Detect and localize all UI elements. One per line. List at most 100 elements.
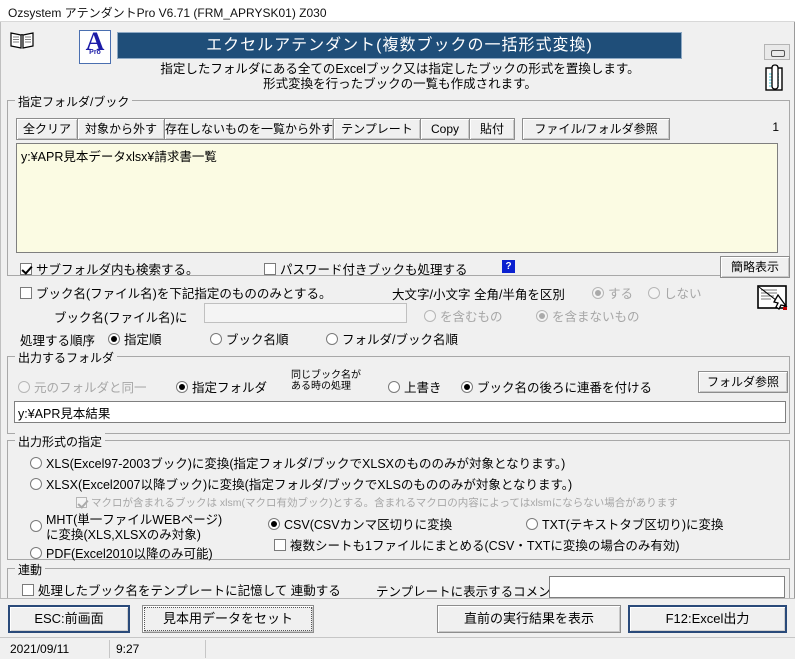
link-group-legend: 連動 bbox=[15, 561, 46, 578]
radio-dot bbox=[592, 286, 604, 299]
order-option-bookname[interactable]: ブック名順 bbox=[210, 329, 289, 348]
checkbox-box bbox=[22, 583, 34, 596]
duplicate-serial-option[interactable]: ブック名の後ろに連番を付ける bbox=[461, 377, 652, 396]
bookname-input[interactable] bbox=[204, 303, 407, 323]
password-book-checkbox[interactable]: パスワード付きブックも処理する bbox=[264, 259, 468, 278]
subfolder-search-checkbox[interactable]: サブフォルダ内も検索する。 bbox=[20, 259, 199, 278]
case-option-no[interactable]: しない bbox=[648, 283, 702, 302]
notepad-pen-icon[interactable] bbox=[762, 62, 790, 92]
subtitle-line-2: 形式変換を行ったブックの一覧も作成されます。 bbox=[263, 77, 537, 91]
status-date: 2021/09/11 bbox=[4, 640, 110, 658]
document-arrow-icon[interactable] bbox=[755, 283, 791, 316]
list-item[interactable]: y:¥APR見本データxlsx¥請求書一覧 bbox=[17, 144, 777, 165]
format-xls-option[interactable]: XLS(Excel97-2003ブック)に変換(指定フォルダ/ブックでXLSXの… bbox=[30, 453, 565, 472]
format-csv-label: CSV(CSVカンマ区切りに変換 bbox=[284, 518, 453, 532]
duplicate-overwrite-option[interactable]: 上書き bbox=[388, 377, 442, 396]
format-xlsx-label: XLSX(Excel2007以降ブック)に変換(指定フォルダ/ブックでXLSのも… bbox=[46, 478, 573, 492]
checkbox-box bbox=[264, 262, 276, 275]
format-mht-label-line-1: MHT(単一ファイルWEBページ) bbox=[46, 513, 223, 527]
process-order-label: 処理する順序 bbox=[20, 334, 96, 348]
radio-dot bbox=[18, 380, 30, 393]
checkbox-box bbox=[20, 262, 32, 275]
subfolder-search-label: サブフォルダ内も検索する。 bbox=[36, 263, 199, 277]
output-format-group: 出力形式の指定 XLS(Excel97-2003ブック)に変換(指定フォルダ/ブ… bbox=[7, 433, 790, 562]
footer-bar: ESC:前画面 見本用データをセット 直前の実行結果を表示 F12:Excel出… bbox=[0, 598, 795, 638]
output-path-input[interactable] bbox=[14, 401, 786, 423]
not-contains-option[interactable]: を含まないもの bbox=[536, 306, 640, 325]
bookname-filter-checkbox[interactable]: ブック名(ファイル名)を下記指定のもののみとする。 bbox=[20, 283, 331, 302]
link-template-checkbox[interactable]: 処理したブック名をテンプレートに記憶して 連動する bbox=[22, 580, 341, 599]
dest-same-as-source-option[interactable]: 元のフォルダと同一 bbox=[18, 377, 147, 396]
book-icon bbox=[10, 30, 34, 50]
template-comment-input[interactable] bbox=[549, 576, 785, 598]
header-subtitle: 指定したフォルダにある全てのExcelブック又は指定したブックの形式を置換します… bbox=[117, 62, 683, 92]
esc-previous-screen-button[interactable]: ESC:前画面 bbox=[8, 605, 130, 633]
format-mht-option[interactable]: MHT(単一ファイルWEBページ) に変換(XLS,XLSXのみ対象) bbox=[30, 513, 222, 543]
application-window: Ozsystem アテンダントPro V6.71 (FRM_APRYSK01) … bbox=[0, 0, 795, 659]
browse-file-folder-button[interactable]: ファイル/フォルダ参照 bbox=[522, 118, 670, 140]
radio-dot bbox=[536, 309, 548, 322]
duplicate-label-line-2: ある時の処理 bbox=[291, 381, 351, 392]
output-folder-group: 出力するフォルダ 元のフォルダと同一 指定フォルダ 同じブック名が ある時の処理… bbox=[7, 349, 790, 434]
minimize-button[interactable] bbox=[764, 44, 790, 60]
target-list[interactable]: y:¥APR見本データxlsx¥請求書一覧 bbox=[16, 143, 778, 253]
help-icon[interactable]: ? bbox=[502, 260, 515, 273]
title-bar: Ozsystem アテンダントPro V6.71 (FRM_APRYSK01) … bbox=[0, 0, 795, 22]
checkbox-box bbox=[274, 538, 286, 551]
radio-dot bbox=[108, 332, 120, 345]
bookname-filter-label: ブック名(ファイル名)を下記指定のもののみとする。 bbox=[36, 287, 332, 301]
banner-title: エクセルアテンダント(複数ブックの一括形式変換) bbox=[117, 32, 682, 59]
order-option-specified[interactable]: 指定順 bbox=[108, 329, 162, 348]
checkbox-box bbox=[76, 497, 87, 508]
checkbox-box bbox=[20, 286, 32, 299]
bookname-input-label: ブック名(ファイル名)に bbox=[54, 311, 188, 325]
status-message bbox=[206, 640, 786, 658]
duplicate-label-line-1: 同じブック名が bbox=[291, 370, 361, 381]
folder-group: 指定フォルダ/ブック 全クリア 対象から外す 存在しないものを一覧から外す テン… bbox=[7, 93, 790, 348]
dest-specified-folder-option[interactable]: 指定フォルダ bbox=[176, 377, 267, 396]
duplicate-serial-label: ブック名の後ろに連番を付ける bbox=[477, 381, 653, 395]
client-area: A Pro エクセルアテンダント(複数ブックの一括形式変換) 指定したフォルダに… bbox=[0, 22, 795, 637]
set-sample-data-button[interactable]: 見本用データをセット bbox=[142, 605, 314, 633]
show-last-result-button[interactable]: 直前の実行結果を表示 bbox=[437, 605, 621, 633]
order-option-specified-label: 指定順 bbox=[124, 333, 162, 347]
format-pdf-option[interactable]: PDF(Excel2010以降のみ可能) bbox=[30, 543, 213, 562]
exclude-target-button[interactable]: 対象から外す bbox=[77, 118, 165, 140]
remove-missing-button[interactable]: 存在しないものを一覧から外す bbox=[164, 118, 334, 140]
format-xlsx-option[interactable]: XLSX(Excel2007以降ブック)に変換(指定フォルダ/ブックでXLSのも… bbox=[30, 474, 572, 493]
logo-sub: Pro bbox=[89, 49, 101, 56]
radio-dot bbox=[424, 309, 436, 322]
subtitle-line-1: 指定したフォルダにある全てのExcelブック又は指定したブックの形式を置換します… bbox=[160, 62, 640, 76]
paste-button[interactable]: 貼付 bbox=[469, 118, 515, 140]
radio-dot bbox=[176, 380, 188, 393]
duplicate-overwrite-label: 上書き bbox=[404, 381, 442, 395]
macro-xlsm-label: マクロが含まれるブックは xlsm(マクロ有効ブック)とする。含まれるマクロの内… bbox=[91, 497, 678, 509]
simple-view-button[interactable]: 簡略表示 bbox=[720, 256, 790, 278]
radio-dot bbox=[30, 520, 42, 532]
item-counter: 1 bbox=[772, 120, 779, 134]
not-contains-option-label: を含まないもの bbox=[552, 310, 640, 324]
clear-all-button[interactable]: 全クリア bbox=[16, 118, 78, 140]
dest-same-as-source-label: 元のフォルダと同一 bbox=[34, 381, 147, 395]
folder-group-legend: 指定フォルダ/ブック bbox=[15, 93, 133, 110]
format-csv-option[interactable]: CSV(CSVカンマ区切りに変換 bbox=[268, 514, 452, 533]
radio-dot bbox=[526, 517, 538, 530]
radio-dot bbox=[268, 517, 280, 530]
folder-browse-button[interactable]: フォルダ参照 bbox=[698, 371, 788, 393]
format-txt-option[interactable]: TXT(テキストタブ区切り)に変換 bbox=[526, 514, 724, 533]
order-option-bookname-label: ブック名順 bbox=[226, 333, 289, 347]
macro-xlsm-checkbox[interactable]: マクロが含まれるブックは xlsm(マクロ有効ブック)とする。含まれるマクロの内… bbox=[76, 495, 678, 510]
copy-button[interactable]: Copy bbox=[420, 118, 470, 140]
excel-output-button[interactable]: F12:Excel出力 bbox=[628, 605, 787, 633]
password-book-label: パスワード付きブックも処理する bbox=[280, 263, 468, 277]
merge-sheets-checkbox[interactable]: 複数シートも1ファイルにまとめる(CSV・TXTに変換の場合のみ有効) bbox=[274, 535, 680, 554]
contains-option[interactable]: を含むもの bbox=[424, 306, 503, 325]
merge-sheets-label: 複数シートも1ファイルにまとめる(CSV・TXTに変換の場合のみ有効) bbox=[290, 539, 680, 553]
window-title: Ozsystem アテンダントPro V6.71 (FRM_APRYSK01) … bbox=[8, 6, 327, 20]
order-option-folder-bookname[interactable]: フォルダ/ブック名順 bbox=[326, 329, 458, 348]
template-button[interactable]: テンプレート bbox=[333, 118, 421, 140]
format-xls-label: XLS(Excel97-2003ブック)に変換(指定フォルダ/ブックでXLSXの… bbox=[46, 457, 566, 471]
link-template-label: 処理したブック名をテンプレートに記憶して 連動する bbox=[38, 584, 341, 598]
case-option-yes[interactable]: する bbox=[592, 283, 633, 302]
format-txt-label: TXT(テキストタブ区切り)に変換 bbox=[542, 518, 724, 532]
